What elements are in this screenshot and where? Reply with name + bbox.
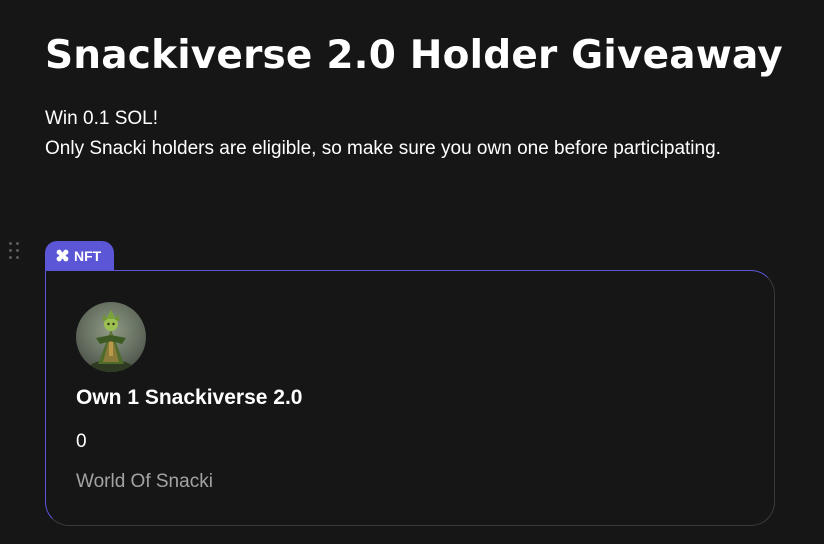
drag-handle-icon[interactable]	[9, 242, 21, 260]
owned-count: 0	[76, 431, 87, 452]
page-title: Snackiverse 2.0 Holder Giveaway	[45, 33, 783, 78]
nft-task-card[interactable]: Own 1 Snackiverse 2.0 0 World Of Snacki	[45, 270, 775, 526]
giveaway-description: Win 0.1 SOL! Only Snacki holders are eli…	[45, 104, 721, 164]
collection-name: World Of Snacki	[76, 471, 213, 492]
nft-icon	[56, 249, 69, 262]
nft-task-block: NFT Own 1 Snackiverse 2.0 0 World Of Sna…	[45, 241, 775, 526]
eligibility-text: Only Snacki holders are eligible, so mak…	[45, 138, 721, 159]
nft-avatar	[76, 302, 146, 372]
task-title: Own 1 Snackiverse 2.0	[76, 386, 303, 409]
nft-tab-label: NFT	[74, 248, 102, 264]
prize-text: Win 0.1 SOL!	[45, 108, 158, 129]
